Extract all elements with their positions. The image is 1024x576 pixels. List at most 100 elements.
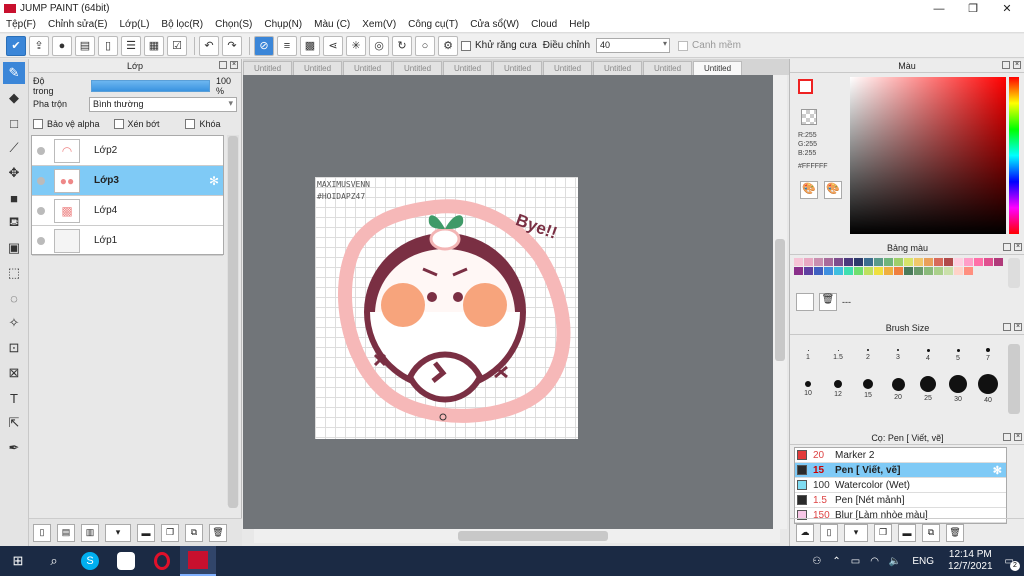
color-swatch[interactable]: [854, 258, 863, 266]
brush-size-cell[interactable]: 10: [794, 374, 822, 397]
color-swatch[interactable]: [894, 267, 903, 275]
battery-icon[interactable]: ▭: [851, 556, 860, 567]
tab-untitled[interactable]: Untitled: [593, 61, 642, 75]
panel-close-icon[interactable]: ×: [1014, 243, 1022, 251]
close-button[interactable]: ✕: [990, 0, 1024, 17]
color-swatch[interactable]: [804, 258, 813, 266]
panel-close-icon[interactable]: ×: [1013, 61, 1021, 69]
new-palette-icon[interactable]: [796, 293, 814, 311]
opacity-slider[interactable]: [90, 80, 211, 92]
maximize-button[interactable]: ❐: [956, 0, 990, 17]
menu-capture[interactable]: Chụp(N): [258, 19, 308, 30]
antialias-checkbox[interactable]: [461, 40, 471, 51]
opera-icon[interactable]: [144, 546, 180, 576]
wifi-icon[interactable]: ◠: [870, 556, 879, 567]
text-tool-icon[interactable]: T: [3, 387, 25, 409]
tab-untitled[interactable]: Untitled: [343, 61, 392, 75]
windows-start-icon[interactable]: ⊞: [0, 546, 36, 576]
brush-size-cell[interactable]: 5: [944, 340, 972, 362]
tab-untitled[interactable]: Untitled: [443, 61, 492, 75]
duplicate-layer-icon[interactable]: ❐: [161, 523, 179, 542]
drawing-canvas[interactable]: MAXIMUSVENN #HOIDAPZ47 Bye!!: [315, 177, 578, 439]
select-eraser-icon[interactable]: ⊠: [3, 362, 25, 384]
tab-untitled[interactable]: Untitled: [243, 61, 292, 75]
brush-size-cell[interactable]: 25: [914, 374, 942, 402]
rect-select-icon[interactable]: ⬚: [3, 262, 25, 284]
undo-icon[interactable]: ↶: [199, 35, 219, 56]
color-swatch[interactable]: [874, 258, 883, 266]
color-swatch[interactable]: [954, 258, 963, 266]
brush-settings-icon[interactable]: ✻: [993, 464, 1002, 477]
lasso-select-icon[interactable]: ◌: [3, 287, 25, 309]
export-icon[interactable]: ⇪: [29, 35, 49, 56]
snap-checkbox[interactable]: [678, 40, 689, 51]
color-swatch[interactable]: [984, 258, 993, 266]
line-tool-icon[interactable]: ⟋: [3, 137, 25, 159]
add-brush-menu-icon[interactable]: ▾: [844, 523, 868, 542]
color-swatch[interactable]: [824, 267, 833, 275]
panel-close-icon[interactable]: ×: [230, 61, 238, 69]
brush-size-cell[interactable]: 30: [944, 374, 972, 403]
visibility-icon[interactable]: [37, 176, 45, 185]
volume-icon[interactable]: 🔈: [889, 556, 901, 567]
new-brush-icon[interactable]: ▯: [820, 523, 838, 542]
menu-view[interactable]: Xem(V): [356, 19, 402, 30]
color-swatch[interactable]: [864, 267, 873, 275]
layer-row[interactable]: ◠ Lớp2: [32, 136, 223, 166]
lock-checkbox[interactable]: [185, 119, 196, 129]
color-swatch[interactable]: [794, 258, 803, 266]
brush-item[interactable]: 1.5 Pen [Nét mảnh]: [795, 493, 1006, 508]
color-swatch[interactable]: [944, 267, 953, 275]
fill-rect-tool-icon[interactable]: ■: [3, 187, 25, 209]
new-layer-8bit-icon[interactable]: ▤: [57, 523, 75, 542]
palette-settings-icon[interactable]: 🎨: [824, 181, 842, 199]
menu-tools[interactable]: Công cụ(T): [402, 19, 464, 30]
gradient-tool-icon[interactable]: ▣: [3, 237, 25, 259]
tab-untitled-active[interactable]: Untitled: [693, 61, 742, 75]
comic-frame-icon[interactable]: ▦: [144, 35, 164, 56]
panel-close-icon[interactable]: ×: [1014, 433, 1022, 441]
brush-duplicate-icon[interactable]: ⧉: [922, 523, 940, 542]
color-swatch[interactable]: [814, 267, 823, 275]
visibility-icon[interactable]: [37, 206, 45, 215]
color-swatch[interactable]: [854, 267, 863, 275]
brush-size-cell[interactable]: 40: [974, 374, 1002, 404]
palette-scrollbar[interactable]: [1008, 258, 1020, 288]
menu-edit[interactable]: Chỉnh sửa(E): [42, 19, 114, 30]
brush-size-cell[interactable]: 12: [824, 374, 852, 398]
color-swatch[interactable]: [914, 258, 923, 266]
color-swatch[interactable]: [924, 267, 933, 275]
radial-lines-icon[interactable]: ✳: [346, 35, 366, 56]
eraser-tool-icon[interactable]: ◆: [3, 87, 25, 109]
color-swatch[interactable]: [924, 258, 933, 266]
tab-untitled[interactable]: Untitled: [643, 61, 692, 75]
add-layer-menu-icon[interactable]: ▾: [105, 523, 131, 542]
color-swatch[interactable]: [964, 267, 973, 275]
color-swatch[interactable]: [914, 267, 923, 275]
brush-size-cell[interactable]: 7: [974, 340, 1002, 362]
magic-wand-icon[interactable]: ✧: [3, 312, 25, 334]
layer-row[interactable]: Lớp1: [32, 226, 223, 256]
color-swatch[interactable]: [804, 267, 813, 275]
rectangle-tool-icon[interactable]: □: [3, 112, 25, 134]
merge-layer-icon[interactable]: ⧉: [185, 523, 203, 542]
brush-size-cell[interactable]: 20: [884, 374, 912, 401]
tab-untitled[interactable]: Untitled: [293, 61, 342, 75]
delete-palette-icon[interactable]: 🗑: [819, 293, 837, 311]
delete-brush-icon[interactable]: 🗑: [946, 523, 964, 542]
undock-icon[interactable]: [1003, 323, 1011, 331]
color-swatch[interactable]: [844, 267, 853, 275]
menu-window[interactable]: Cửa sổ(W): [464, 19, 525, 30]
brush-copy-icon[interactable]: ❐: [874, 523, 892, 542]
cloud-check-icon[interactable]: ✔: [6, 35, 26, 56]
clock[interactable]: 12:14 PM 12/7/2021: [948, 549, 993, 573]
page-icon[interactable]: ▯: [98, 35, 118, 56]
curve-snap-icon[interactable]: ↻: [392, 35, 412, 56]
foreground-color-swatch[interactable]: [798, 79, 813, 94]
menu-select[interactable]: Chọn(S): [209, 19, 258, 30]
move-tool-icon[interactable]: ✥: [3, 162, 25, 184]
brush-item[interactable]: 100 Watercolor (Wet): [795, 478, 1006, 493]
menu-color[interactable]: Màu (C): [308, 19, 356, 30]
clip-checkbox[interactable]: [113, 119, 124, 129]
visibility-icon[interactable]: [37, 146, 45, 155]
